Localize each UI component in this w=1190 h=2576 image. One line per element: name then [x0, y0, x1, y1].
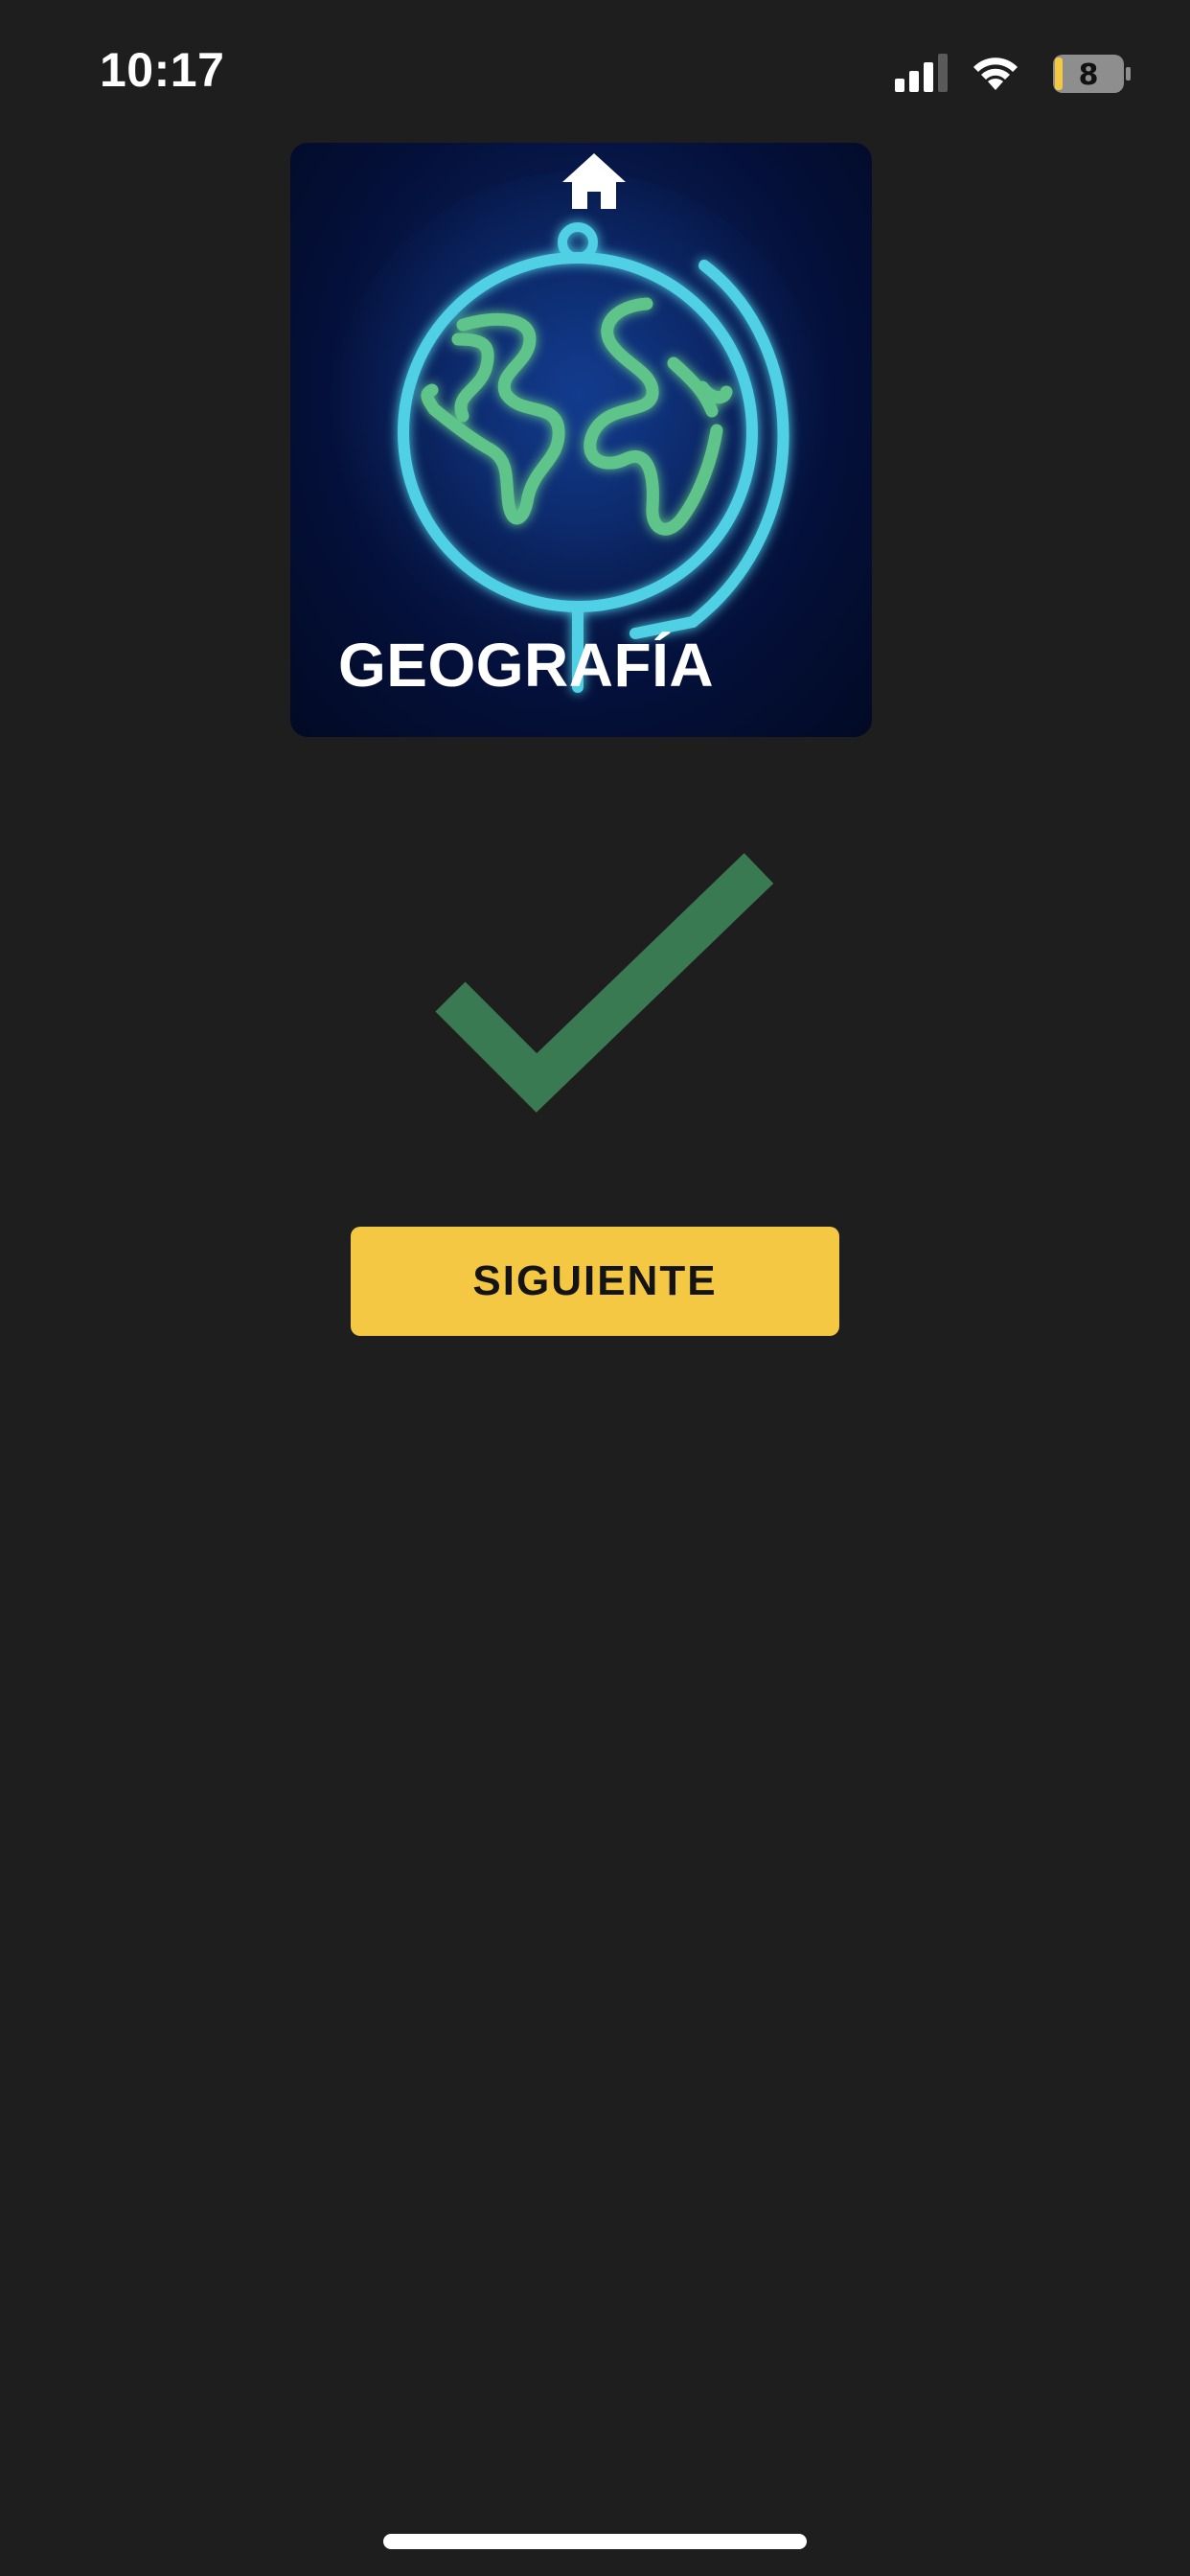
home-indicator[interactable]	[383, 2534, 807, 2549]
home-icon	[562, 153, 626, 209]
cellular-signal-icon	[895, 54, 948, 92]
battery-icon: 8	[1053, 55, 1131, 93]
home-button[interactable]	[561, 151, 628, 211]
check-mark-icon	[435, 853, 774, 1113]
battery-level: 8	[1079, 58, 1099, 92]
category-card: GEOGRAFÍA	[290, 143, 872, 737]
category-title: GEOGRAFÍA	[338, 631, 715, 700]
status-time: 10:17	[100, 43, 225, 97]
next-button[interactable]: SIGUIENTE	[351, 1227, 839, 1336]
wifi-icon	[973, 58, 1018, 90]
